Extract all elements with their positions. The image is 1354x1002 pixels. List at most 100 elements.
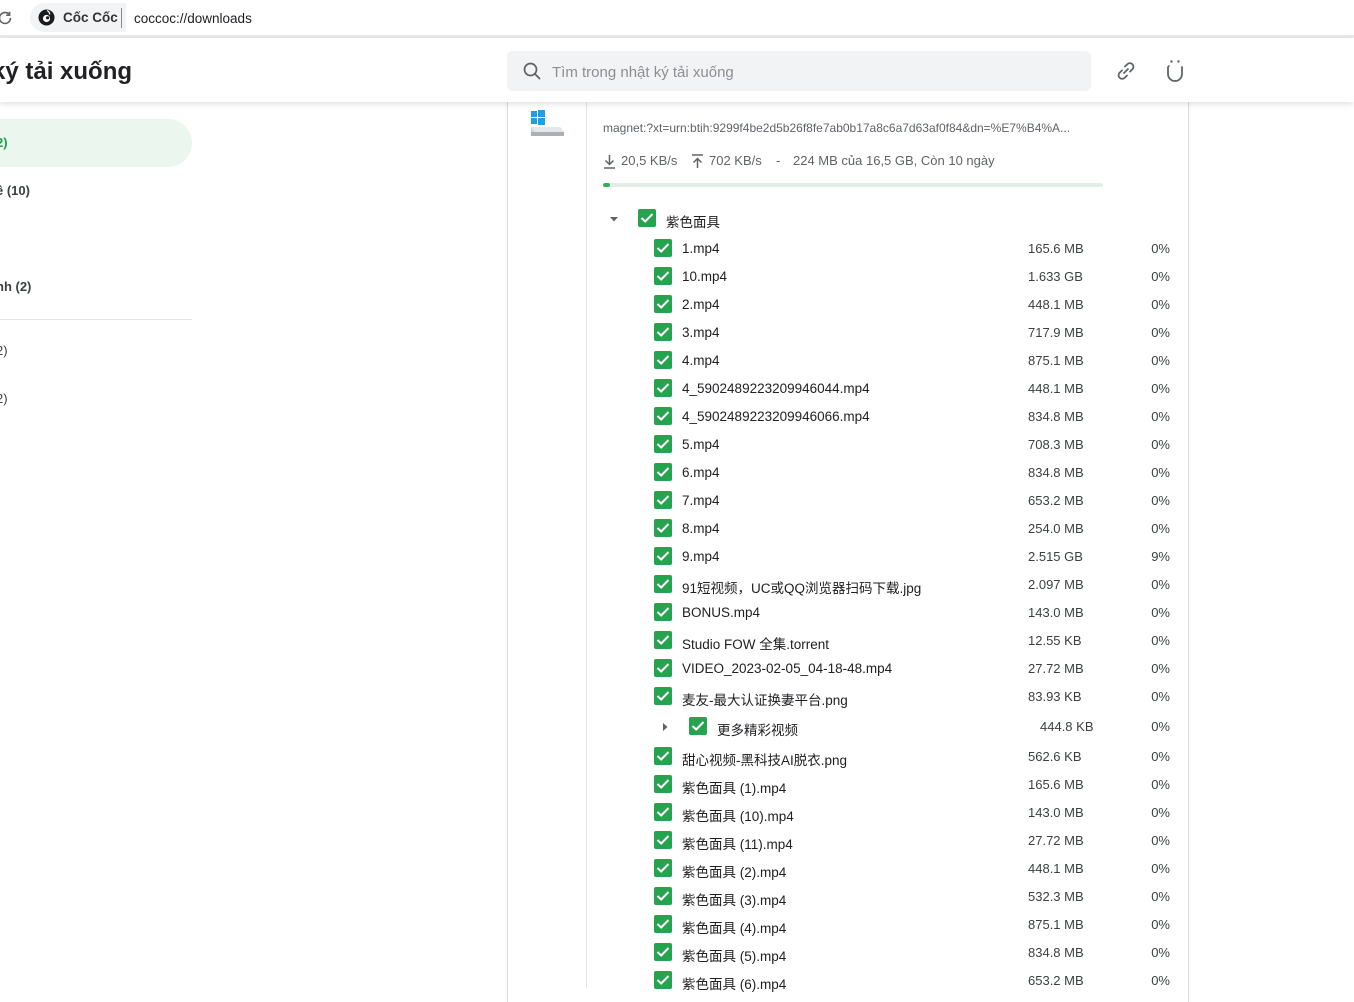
browser-brand-name: Cốc Cốc (63, 10, 118, 25)
magnet-link[interactable]: magnet:?xt=urn:btih:9299f4be2d5b26f8fe7a… (603, 121, 1070, 135)
file-checkbox[interactable] (654, 379, 672, 397)
file-checkbox[interactable] (654, 463, 672, 481)
file-size: 708.3 MB (1028, 437, 1084, 452)
checkmark-icon (656, 439, 670, 449)
caret-down-icon[interactable] (609, 214, 619, 224)
file-name: 8.mp4 (682, 521, 720, 536)
checkmark-icon (656, 495, 670, 505)
file-percent: 0% (1151, 917, 1170, 932)
file-row: 9.mp4 2.515 GB 9% (0, 543, 1354, 571)
file-name: 4_5902489223209946066.mp4 (682, 409, 870, 424)
download-progress-fill (603, 183, 610, 187)
file-size: 653.2 MB (1028, 493, 1084, 508)
address-bar-url[interactable]: coccoc://downloads (134, 11, 252, 26)
file-checkbox[interactable] (654, 351, 672, 369)
search-input[interactable] (550, 51, 1074, 93)
file-size: 875.1 MB (1028, 917, 1084, 932)
file-checkbox[interactable] (654, 887, 672, 905)
file-row: 紫色面具 (1).mp4 165.6 MB 0% (0, 771, 1354, 799)
file-checkbox[interactable] (654, 747, 672, 765)
link-icon[interactable] (1114, 59, 1138, 83)
file-row: 紫色面具 (4).mp4 875.1 MB 0% (0, 911, 1354, 939)
file-name: 紫色面具 (2).mp4 (682, 865, 787, 880)
checkmark-icon (656, 691, 670, 701)
file-row: 甜心视频-黑科技AI脱衣.png 562.6 KB 0% (0, 743, 1354, 771)
power-icon[interactable] (1163, 58, 1187, 84)
file-row: 91短视频，UC或QQ浏览器扫码下载.jpg 2.097 MB 0% (0, 571, 1354, 599)
file-checkbox[interactable] (654, 323, 672, 341)
checkmark-icon (656, 807, 670, 817)
file-checkbox[interactable] (654, 491, 672, 509)
search-box[interactable] (507, 51, 1091, 93)
file-row: 1.mp4 165.6 MB 0% (0, 235, 1354, 263)
file-size: 444.8 KB (1040, 719, 1094, 734)
file-percent: 0% (1151, 269, 1170, 284)
file-size: 1.633 GB (1028, 269, 1083, 284)
file-name: 6.mp4 (682, 465, 720, 480)
file-name: 紫色面具 (11).mp4 (682, 837, 793, 852)
file-name: 1.mp4 (682, 241, 720, 256)
file-checkbox[interactable] (654, 915, 672, 933)
checkmark-icon (656, 863, 670, 873)
file-size: 562.6 KB (1028, 749, 1082, 764)
file-checkbox[interactable] (654, 971, 672, 989)
file-checkbox[interactable] (654, 803, 672, 821)
file-name: 麦友-最大认证换妻平台.png (682, 693, 848, 708)
file-checkbox[interactable] (654, 631, 672, 649)
checkmark-icon (656, 467, 670, 477)
file-checkbox[interactable] (654, 943, 672, 961)
file-checkbox[interactable] (689, 717, 707, 735)
file-size: 717.9 MB (1028, 325, 1084, 340)
checkmark-icon (656, 751, 670, 761)
file-size: 834.8 MB (1028, 465, 1084, 480)
checkmark-icon (656, 523, 670, 533)
file-name: 紫色面具 (1).mp4 (682, 781, 787, 796)
file-checkbox[interactable] (654, 859, 672, 877)
file-percent: 0% (1151, 409, 1170, 424)
sidebar-item-all[interactable]: 2) (0, 119, 192, 167)
sidebar-item-label: ề (10) (0, 183, 30, 198)
file-percent: 0% (1151, 777, 1170, 792)
file-checkbox[interactable] (654, 603, 672, 621)
file-checkbox[interactable] (654, 831, 672, 849)
file-checkbox[interactable] (654, 547, 672, 565)
file-percent: 0% (1151, 719, 1170, 734)
file-row: 紫色面具 (10).mp4 143.0 MB 0% (0, 799, 1354, 827)
file-checkbox[interactable] (654, 659, 672, 677)
file-checkbox[interactable] (654, 687, 672, 705)
checkbox-root-folder[interactable] (638, 209, 656, 227)
checkmark-icon (656, 579, 670, 589)
reload-icon[interactable] (0, 9, 14, 27)
file-row: 麦友-最大认证换妻平台.png 83.93 KB 0% (0, 683, 1354, 711)
download-arrow-icon (604, 155, 615, 169)
file-name: 更多精彩视频 (717, 723, 798, 738)
file-percent: 0% (1151, 381, 1170, 396)
file-percent: 0% (1151, 861, 1170, 876)
file-percent: 0% (1151, 945, 1170, 960)
file-name: 2.mp4 (682, 297, 720, 312)
file-checkbox[interactable] (654, 435, 672, 453)
checkmark-icon (656, 383, 670, 393)
file-percent: 0% (1151, 661, 1170, 676)
file-checkbox[interactable] (654, 267, 672, 285)
file-size: 448.1 MB (1028, 381, 1084, 396)
search-icon (523, 62, 541, 80)
file-checkbox[interactable] (654, 519, 672, 537)
upload-arrow-icon (692, 154, 703, 168)
file-size: 532.3 MB (1028, 889, 1084, 904)
file-size: 2.515 GB (1028, 549, 1083, 564)
file-percent: 0% (1151, 577, 1170, 592)
checkmark-icon (656, 891, 670, 901)
file-size: 448.1 MB (1028, 861, 1084, 876)
file-percent: 0% (1151, 437, 1170, 452)
file-checkbox[interactable] (654, 239, 672, 257)
file-checkbox[interactable] (654, 407, 672, 425)
file-checkbox[interactable] (654, 575, 672, 593)
file-checkbox[interactable] (654, 775, 672, 793)
checkmark-icon (656, 299, 670, 309)
checkmark-icon (656, 919, 670, 929)
file-checkbox[interactable] (654, 295, 672, 313)
caret-right-icon[interactable] (660, 722, 670, 732)
checkmark-icon (656, 551, 670, 561)
file-size: 2.097 MB (1028, 577, 1084, 592)
